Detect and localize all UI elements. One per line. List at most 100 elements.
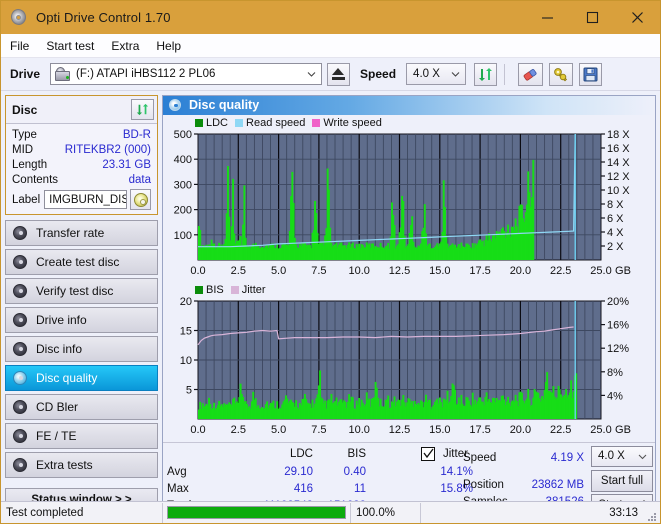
legend-label: Read speed	[246, 116, 306, 129]
axis-tick-label: 7.5	[311, 265, 326, 277]
jitter-checkbox[interactable]	[421, 446, 435, 461]
speed-label: Speed	[360, 67, 397, 81]
legend-item: BIS	[195, 284, 224, 296]
disc-test-icon	[13, 399, 28, 415]
refresh-button[interactable]	[474, 62, 498, 86]
charts-area: LDC Read speed Write speed 100 200 300 400 500…	[163, 115, 655, 442]
axis-tick-label: 14 X	[607, 157, 630, 169]
sidebar-item-transfer-rate[interactable]: Transfer rate	[5, 220, 158, 246]
axis-tick-label: 2 X	[607, 241, 624, 253]
start-full-button[interactable]: Start full	[591, 469, 653, 492]
axis-tick-label: 15.0	[429, 265, 450, 277]
toolbar-divider	[504, 63, 506, 85]
sidebar-item-fe-te[interactable]: FE / TE	[5, 423, 158, 449]
legend-label: BIS	[206, 283, 224, 296]
drive-icon	[54, 66, 71, 82]
axis-tick-label: 17.5	[469, 424, 490, 436]
sidebar-item-disc-quality[interactable]: Disc quality	[5, 365, 158, 391]
disc-row-value: BD-R	[122, 128, 151, 141]
stats-avg-ldc: 29.10	[284, 465, 313, 478]
sidebar-item-extra-tests[interactable]: Extra tests	[5, 452, 158, 478]
disc-label-button[interactable]	[130, 189, 151, 210]
axis-tick-label: 20.0	[510, 424, 531, 436]
menu-help[interactable]: Help	[156, 37, 190, 55]
window-title: Opti Drive Control 1.70	[36, 10, 171, 25]
key-button[interactable]	[549, 62, 574, 86]
sidebar-item-label: Disc quality	[36, 371, 98, 385]
menu-file[interactable]: File	[10, 37, 38, 55]
save-icon	[583, 67, 598, 82]
disc-refresh-button[interactable]	[131, 99, 154, 120]
eraser-icon	[522, 67, 539, 82]
chart-ldc-legend: LDC Read speed Write speed	[195, 117, 385, 129]
axis-tick-label: 0.0	[190, 424, 205, 436]
disc-test-icon	[13, 283, 28, 299]
axis-tick-label: 0.0	[190, 265, 205, 277]
disc-panel-title: Disc	[12, 102, 38, 117]
axis-tick-label: 500	[174, 129, 192, 141]
maximize-button[interactable]	[570, 1, 615, 34]
main-panel: Disc quality LDC Read speed Write speed 10…	[162, 95, 656, 515]
drive-select[interactable]: (F:) ATAPI iHBS112 2 PL06	[50, 63, 323, 85]
disc-test-icon	[13, 341, 28, 357]
sidebar-item-create-test-disc[interactable]: Create test disc	[5, 249, 158, 275]
legend-swatch	[230, 285, 239, 294]
disc-label-key: Label	[12, 193, 41, 206]
disc-label-row: Label IMGBURN_DIS	[12, 189, 151, 210]
axis-tick-label: 4 X	[607, 227, 624, 239]
axis-tick-label: 10	[180, 355, 192, 367]
speed-select[interactable]: 4.0 X	[406, 63, 467, 85]
close-button[interactable]	[615, 1, 660, 34]
legend-label: Jitter	[241, 283, 266, 296]
sidebar-item-label: Drive info	[36, 313, 87, 327]
menubar: File Start test Extra Help	[1, 34, 660, 58]
legend-swatch	[195, 285, 203, 294]
resize-grip-icon[interactable]	[646, 509, 657, 521]
axis-tick-label: 2.5	[231, 265, 246, 277]
axis-tick-label: 12.5	[389, 265, 410, 277]
erase-button[interactable]	[518, 62, 544, 86]
elapsed-time: 33:13	[609, 506, 638, 519]
legend-swatch	[235, 118, 244, 127]
speed-select-value: 4.0 X	[413, 68, 440, 80]
sidebar-nav: Transfer rate Create test disc Verify te…	[5, 220, 158, 478]
disc-test-icon	[13, 254, 28, 270]
sidebar-item-label: FE / TE	[36, 429, 77, 443]
menu-extra[interactable]: Extra	[111, 37, 148, 55]
sidebar-item-drive-info[interactable]: Drive info	[5, 307, 158, 333]
stats-col-bis: BIS	[347, 447, 366, 460]
sidebar-item-disc-info[interactable]: Disc info	[5, 336, 158, 362]
axis-tick-label: 7.5	[311, 424, 326, 436]
minimize-button[interactable]	[525, 1, 570, 34]
sidebar-item-label: Verify test disc	[36, 284, 114, 298]
disc-test-icon	[13, 312, 28, 328]
progress-bar	[163, 502, 351, 523]
menu-start-test[interactable]: Start test	[46, 37, 103, 55]
statusbar: Test completed 100.0% 33:13	[1, 501, 660, 523]
test-speed-value: 4.0 X	[598, 450, 625, 463]
axis-tick-label: 6 X	[607, 213, 624, 225]
refresh-icon	[478, 67, 493, 82]
stats-max-ldc: 416	[293, 482, 313, 495]
eject-button[interactable]	[327, 62, 351, 86]
stats-position-label: Position	[463, 478, 504, 491]
chart-bis-svg: 5 10 15 20 4% 8% 12% 16% 20% 0.0 2.5 5.0 7.5 10.0 12.5…	[180, 296, 631, 436]
sidebar-item-verify-test-disc[interactable]: Verify test disc	[5, 278, 158, 304]
stats-row-max-label: Max	[167, 482, 189, 495]
axis-tick-label: 8 X	[607, 199, 624, 211]
sidebar-item-cd-bler[interactable]: CD Bler	[5, 394, 158, 420]
drive-label: Drive	[10, 67, 41, 81]
legend-item: Write speed	[312, 117, 382, 129]
axis-tick-label: 5.0	[271, 265, 286, 277]
stats-speed-label: Speed	[463, 451, 497, 464]
disc-label-input[interactable]: IMGBURN_DIS	[44, 190, 127, 209]
axis-tick-label: 10.0	[348, 424, 369, 436]
test-speed-select[interactable]: 4.0 X	[591, 445, 653, 467]
save-button[interactable]	[579, 62, 603, 86]
drive-select-value: (F:) ATAPI iHBS112 2 PL06	[76, 68, 216, 80]
titlebar: Opti Drive Control 1.70	[1, 1, 660, 34]
page-title: Disc quality	[189, 98, 260, 113]
legend-label: LDC	[206, 116, 229, 129]
stats-avg-jitter: 14.1%	[440, 465, 473, 478]
